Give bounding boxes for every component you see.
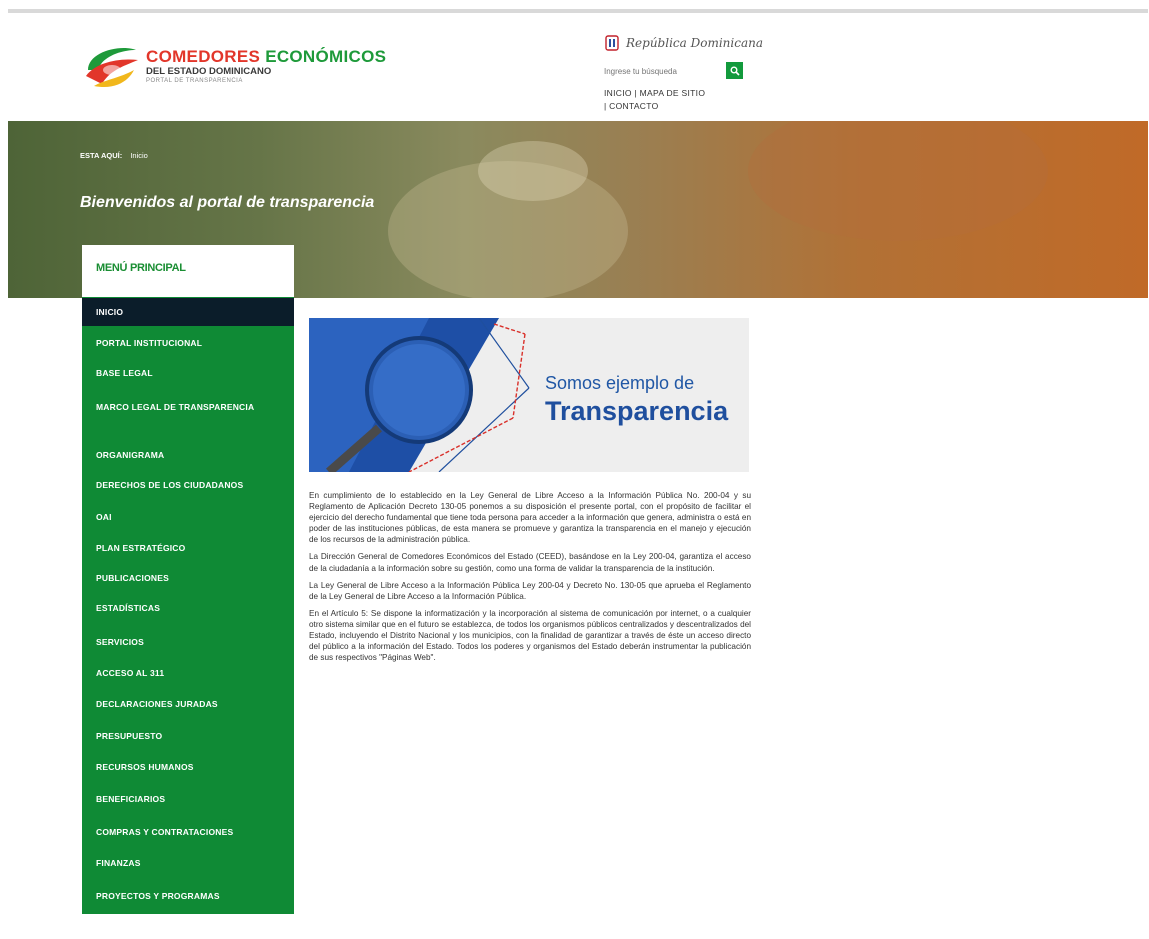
- top-border-line: [8, 9, 1148, 13]
- sidebar-item-acceso-311[interactable]: ACCESO AL 311: [82, 659, 294, 687]
- sidebar-item-proyectos-programas[interactable]: PROYECTOS Y PROGRAMAS: [82, 882, 294, 910]
- sidebar-item-estadisticas[interactable]: ESTADÍSTICAS: [82, 594, 294, 622]
- sidebar-item-inicio[interactable]: INICIO: [82, 298, 294, 326]
- hero-background-shape: [748, 121, 1048, 241]
- sidebar-item-presupuesto[interactable]: PRESUPUESTO: [82, 722, 294, 750]
- sidebar-item-portal-institucional[interactable]: PORTAL INSTITUCIONAL: [82, 329, 294, 357]
- banner-headline: Somos ejemplo de: [545, 373, 695, 393]
- logo-title-word-2: ECONÓMICOS: [265, 47, 387, 66]
- logo-tagline: PORTAL DE TRANSPARENCIA: [146, 78, 243, 84]
- logo-title: COMEDORES ECONÓMICOS: [146, 47, 386, 67]
- sidebar-item-compras-contrataciones[interactable]: COMPRAS Y CONTRATACIONES: [82, 818, 294, 846]
- search-bar: [604, 62, 754, 80]
- sidebar-heading-box: MENÚ PRINCIPAL: [82, 245, 294, 297]
- sidebar-item-publicaciones[interactable]: PUBLICACIONES: [82, 564, 294, 592]
- nav-link-mapa-de-sitio[interactable]: MAPA DE SITIO: [640, 88, 706, 98]
- magnifier-illustration-icon: [309, 318, 530, 472]
- sidebar-item-organigrama[interactable]: ORGANIGRAMA: [82, 441, 294, 469]
- logo-subtitle: DEL ESTADO DOMINICANO: [146, 66, 272, 77]
- sidebar-heading: MENÚ PRINCIPAL: [96, 262, 186, 274]
- intro-text: En cumplimiento de lo establecido en la …: [309, 490, 751, 669]
- sidebar-item-beneficiarios[interactable]: BENEFICIARIOS: [82, 785, 294, 813]
- intro-paragraph: En cumplimiento de lo establecido en la …: [309, 491, 751, 545]
- sidebar-item-recursos-humanos[interactable]: RECURSOS HUMANOS: [82, 753, 294, 781]
- sidebar-item-marco-legal[interactable]: MARCO LEGAL DE TRANSPARENCIA: [82, 393, 294, 421]
- intro-paragraph: En el Artículo 5: Se dispone la informat…: [309, 608, 751, 663]
- breadcrumb: ESTA AQUÍ: Inicio: [80, 151, 148, 160]
- transparency-banner: Somos ejemplo de Transparencia: [309, 318, 749, 472]
- government-brand: República Dominicana: [604, 34, 764, 54]
- intro-paragraph: La Dirección General de Comedores Económ…: [309, 552, 751, 573]
- sidebar-item-finanzas[interactable]: FINANZAS: [82, 849, 294, 877]
- sidebar-item-base-legal[interactable]: BASE LEGAL: [82, 359, 294, 387]
- sidebar-item-derechos-ciudadanos[interactable]: DERECHOS DE LOS CIUDADANOS: [82, 471, 294, 499]
- logo-mark-icon: [86, 48, 138, 88]
- breadcrumb-label: ESTA AQUÍ:: [80, 151, 123, 160]
- sidebar-menu: INICIO PORTAL INSTITUCIONAL BASE LEGAL M…: [82, 297, 294, 914]
- hero-background-shape: [478, 141, 588, 201]
- logo-title-word-1: COMEDORES: [146, 47, 261, 66]
- coat-of-arms-icon: [605, 35, 619, 51]
- sidebar-item-servicios[interactable]: SERVICIOS: [82, 628, 294, 656]
- top-navigation: INICIO | MAPA DE SITIO | CONTACTO: [604, 87, 705, 113]
- search-input[interactable]: [604, 63, 720, 79]
- sidebar-item-declaraciones-juradas[interactable]: DECLARACIONES JURADAS: [82, 690, 294, 718]
- site-logo[interactable]: COMEDORES ECONÓMICOS DEL ESTADO DOMINICA…: [80, 38, 400, 98]
- sidebar-item-oai[interactable]: OAI: [82, 503, 294, 531]
- intro-paragraph: La Ley General de Libre Acceso a la Info…: [309, 580, 751, 601]
- banner-title: Transparencia: [545, 396, 729, 426]
- search-button[interactable]: [726, 62, 743, 79]
- breadcrumb-current[interactable]: Inicio: [130, 151, 148, 160]
- page-title: Bienvenidos al portal de transparencia: [80, 194, 375, 211]
- nav-link-contacto[interactable]: CONTACTO: [609, 101, 658, 111]
- nav-link-inicio[interactable]: INICIO: [604, 88, 632, 98]
- sidebar-item-plan-estrategico[interactable]: PLAN ESTRATÉGICO: [82, 534, 294, 562]
- search-icon: [730, 66, 740, 76]
- government-label: República Dominicana: [626, 36, 763, 50]
